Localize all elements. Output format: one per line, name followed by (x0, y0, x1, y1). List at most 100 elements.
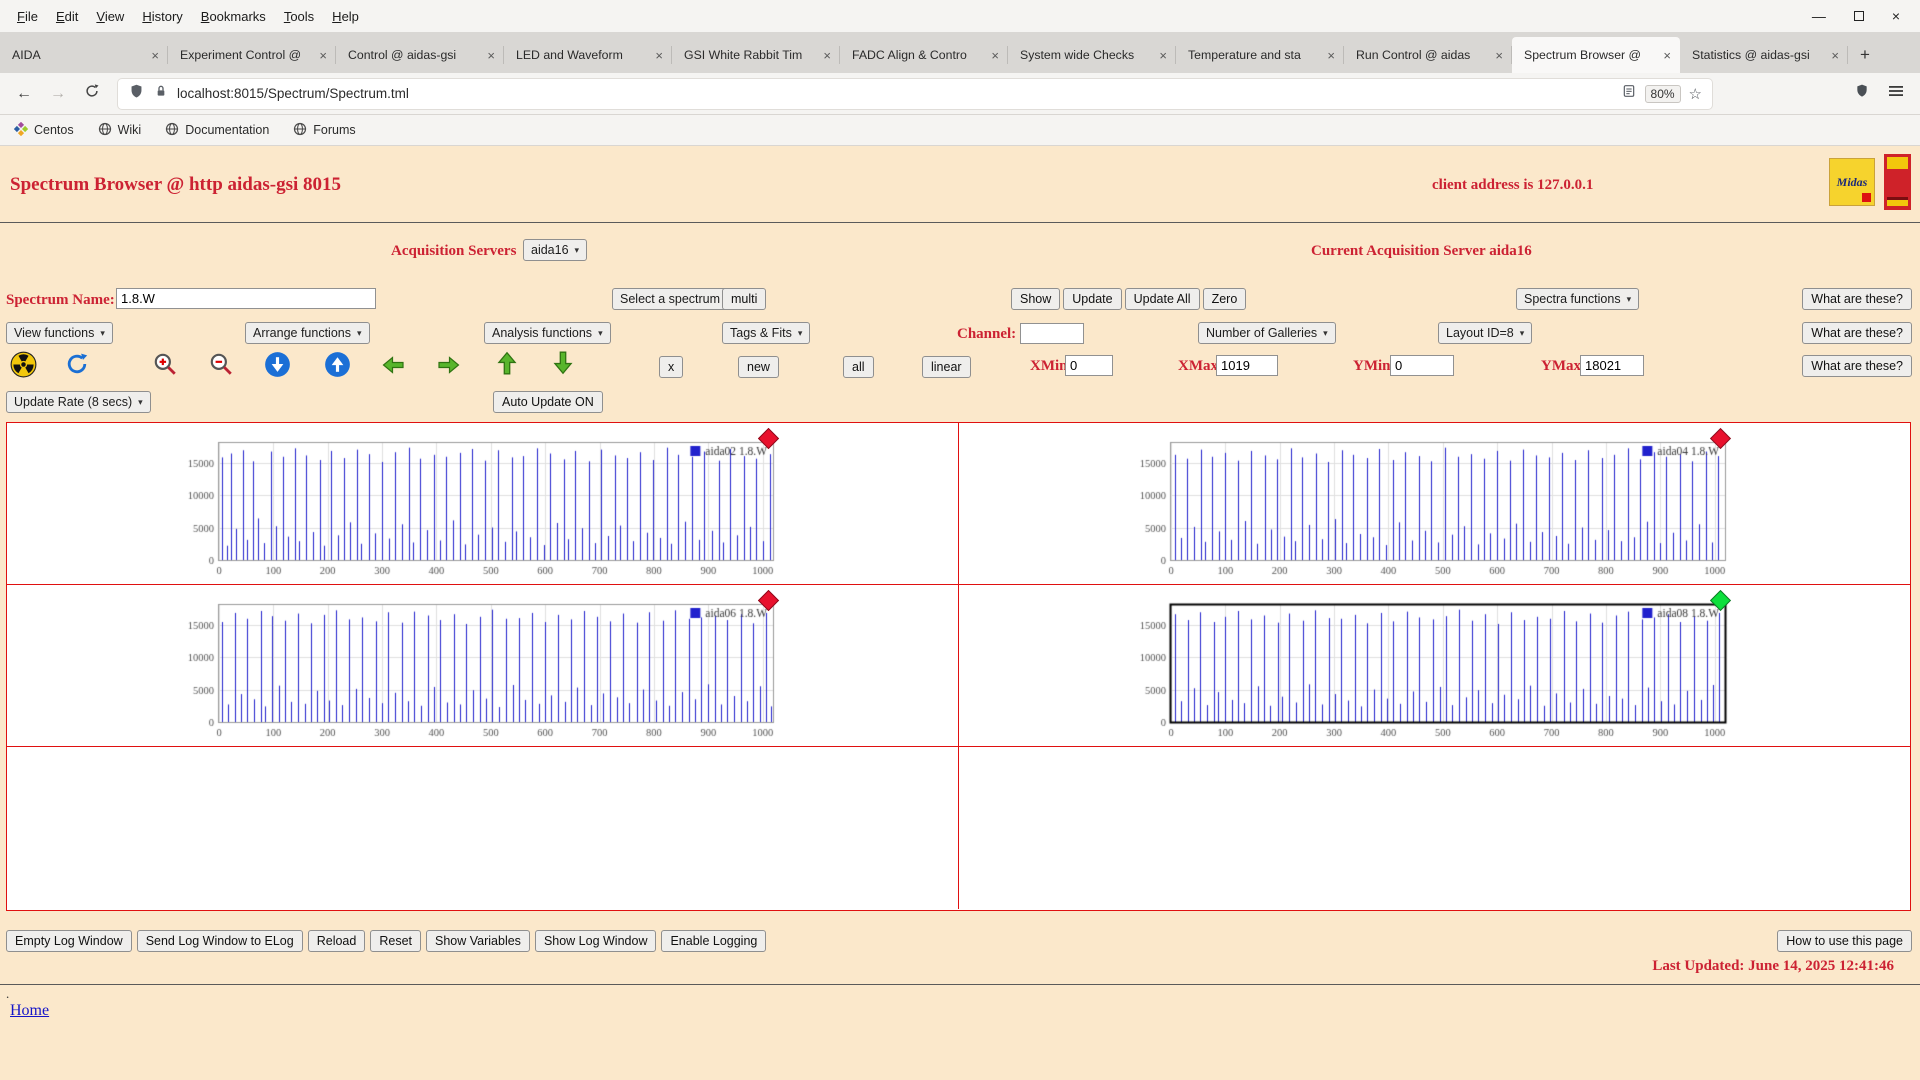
analysis-functions-dropdown[interactable]: Analysis functions▾ (484, 322, 611, 344)
show-variables-button[interactable]: Show Variables (426, 930, 530, 952)
shield-icon[interactable] (128, 83, 145, 105)
close-tab-icon[interactable]: × (1155, 48, 1171, 63)
how-to-use-button[interactable]: How to use this page (1777, 930, 1912, 952)
reload-button[interactable]: Reload (308, 930, 366, 952)
tab-fadc-align[interactable]: FADC Align & Contro× (840, 37, 1008, 73)
close-tab-icon[interactable]: × (483, 48, 499, 63)
back-icon[interactable]: ← (10, 85, 38, 103)
all-button[interactable]: all (843, 356, 874, 378)
menu-help[interactable]: Help (323, 5, 368, 28)
tab-run-control[interactable]: Run Control @ aidas× (1344, 37, 1512, 73)
xmin-input[interactable] (1065, 355, 1113, 376)
bookmark-documentation[interactable]: Documentation (165, 122, 269, 139)
spectrum-plot-aida06[interactable] (183, 590, 783, 742)
arrow-right-icon[interactable] (434, 353, 464, 377)
reader-mode-icon[interactable] (1621, 83, 1637, 104)
close-tab-icon[interactable]: × (651, 48, 667, 63)
spectrum-plot-aida02[interactable] (183, 428, 783, 580)
new-button[interactable]: new (738, 356, 779, 378)
extension-shield-icon[interactable] (1848, 83, 1876, 104)
empty-log-window-button[interactable]: Empty Log Window (6, 930, 132, 952)
enable-logging-button[interactable]: Enable Logging (661, 930, 766, 952)
radiation-icon[interactable] (10, 351, 37, 378)
bookmark-wiki[interactable]: Wiki (98, 122, 142, 139)
arrange-functions-dropdown[interactable]: Arrange functions▾ (245, 322, 370, 344)
what-are-these-button-1[interactable]: What are these? (1802, 288, 1912, 310)
update-button[interactable]: Update (1063, 288, 1121, 310)
close-tab-icon[interactable]: × (315, 48, 331, 63)
multi-button[interactable]: multi (722, 288, 766, 310)
menu-bookmarks[interactable]: Bookmarks (192, 5, 275, 28)
url-input[interactable]: localhost:8015/Spectrum/Spectrum.tml (177, 86, 1613, 101)
close-tab-icon[interactable]: × (1323, 48, 1339, 63)
ymax-input[interactable] (1580, 355, 1644, 376)
close-tab-icon[interactable]: × (987, 48, 1003, 63)
arrow-down-icon[interactable] (550, 348, 576, 378)
tab-white-rabbit[interactable]: GSI White Rabbit Tim× (672, 37, 840, 73)
tab-experiment-control[interactable]: Experiment Control @× (168, 37, 336, 73)
close-tab-icon[interactable]: × (1827, 48, 1843, 63)
spectrum-plot-aida08[interactable] (1135, 590, 1735, 742)
refresh-icon[interactable] (64, 351, 90, 377)
update-rate-dropdown[interactable]: Update Rate (8 secs)▾ (6, 391, 151, 413)
arrow-left-icon[interactable] (378, 353, 408, 377)
number-of-galleries-dropdown[interactable]: Number of Galleries▾ (1198, 322, 1336, 344)
tags-fits-dropdown[interactable]: Tags & Fits▾ (722, 322, 810, 344)
reload-icon[interactable] (78, 82, 106, 105)
arrow-up-icon[interactable] (494, 348, 520, 378)
shift-down-icon[interactable] (264, 351, 291, 378)
xmax-input[interactable] (1216, 355, 1278, 376)
close-tab-icon[interactable]: × (819, 48, 835, 63)
auto-update-button[interactable]: Auto Update ON (493, 391, 603, 413)
zero-button[interactable]: Zero (1203, 288, 1247, 310)
send-log-to-elog-button[interactable]: Send Log Window to ELog (137, 930, 303, 952)
zoom-level-badge[interactable]: 80% (1645, 85, 1681, 103)
minimize-icon[interactable]: — (1812, 9, 1826, 23)
close-tab-icon[interactable]: × (1659, 48, 1675, 63)
channel-input[interactable] (1020, 323, 1084, 344)
spectra-functions-dropdown[interactable]: Spectra functions▾ (1516, 288, 1639, 310)
layout-id-dropdown[interactable]: Layout ID=8▾ (1438, 322, 1532, 344)
close-window-icon[interactable]: × (1892, 9, 1900, 23)
select-spectrum-dropdown[interactable]: Select a spectrum▾ (612, 288, 739, 310)
bookmark-star-icon[interactable]: ☆ (1689, 85, 1702, 103)
new-tab-button[interactable]: + (1848, 37, 1882, 73)
tab-led-waveform[interactable]: LED and Waveform× (504, 37, 672, 73)
what-are-these-button-3[interactable]: What are these? (1802, 355, 1912, 377)
menu-edit[interactable]: Edit (47, 5, 87, 28)
tab-spectrum-browser[interactable]: Spectrum Browser @× (1512, 37, 1680, 73)
ymin-input[interactable] (1390, 355, 1454, 376)
tab-temperature[interactable]: Temperature and sta× (1176, 37, 1344, 73)
spectrum-name-input[interactable] (116, 288, 376, 309)
reset-button[interactable]: Reset (370, 930, 421, 952)
tab-control[interactable]: Control @ aidas-gsi× (336, 37, 504, 73)
spectrum-plot-aida04[interactable] (1135, 428, 1735, 580)
close-tab-icon[interactable]: × (1491, 48, 1507, 63)
view-functions-dropdown[interactable]: View functions▾ (6, 322, 113, 344)
x-button[interactable]: x (659, 356, 683, 378)
tab-aida[interactable]: AIDA× (0, 37, 168, 73)
url-bar[interactable]: localhost:8015/Spectrum/Spectrum.tml 80%… (118, 79, 1712, 109)
what-are-these-button-2[interactable]: What are these? (1802, 322, 1912, 344)
bookmark-centos[interactable]: Centos (14, 122, 74, 139)
hamburger-menu-icon[interactable] (1882, 83, 1910, 104)
update-all-button[interactable]: Update All (1125, 288, 1200, 310)
menu-history[interactable]: History (133, 5, 191, 28)
zoom-in-icon[interactable] (152, 351, 178, 377)
menu-tools[interactable]: Tools (275, 5, 323, 28)
linear-button[interactable]: linear (922, 356, 971, 378)
show-log-window-button[interactable]: Show Log Window (535, 930, 657, 952)
acquisition-server-select[interactable]: aida16▾ (523, 239, 587, 261)
close-tab-icon[interactable]: × (147, 48, 163, 63)
tab-statistics[interactable]: Statistics @ aidas-gsi× (1680, 37, 1848, 73)
zoom-out-icon[interactable] (208, 351, 234, 377)
lock-icon[interactable] (153, 83, 169, 104)
shift-up-icon[interactable] (324, 351, 351, 378)
tab-system-checks[interactable]: System wide Checks× (1008, 37, 1176, 73)
bookmark-forums[interactable]: Forums (293, 122, 355, 139)
menu-view[interactable]: View (87, 5, 133, 28)
menu-file[interactable]: File (8, 5, 47, 28)
forward-icon[interactable]: → (44, 85, 72, 103)
show-button[interactable]: Show (1011, 288, 1060, 310)
home-link[interactable]: Home (10, 1002, 49, 1020)
